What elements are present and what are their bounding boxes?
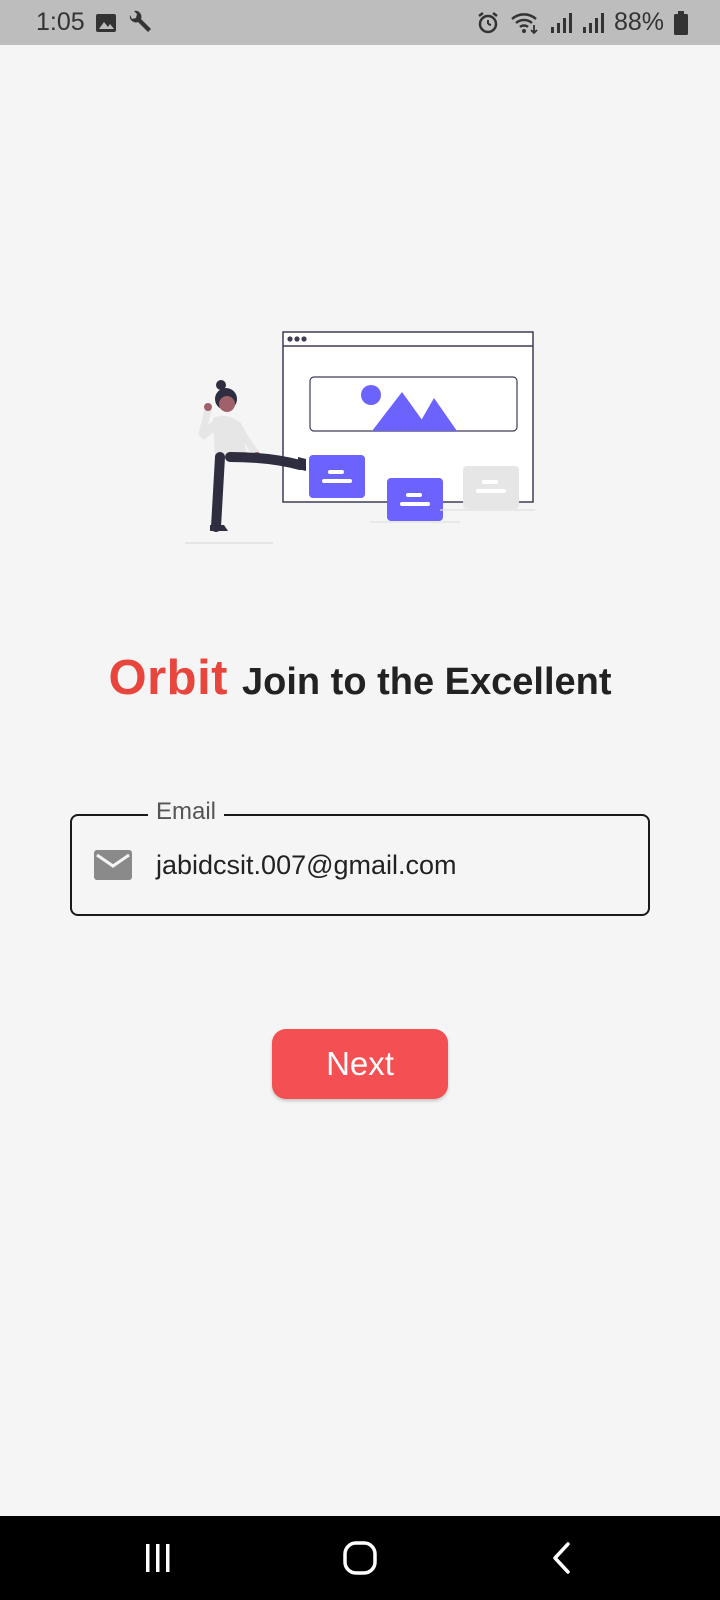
signal-icon: [582, 12, 604, 34]
recents-icon[interactable]: [144, 1538, 172, 1583]
email-input[interactable]: jabidcsit.007@gmail.com: [156, 850, 457, 881]
back-icon[interactable]: [550, 1538, 574, 1583]
brand-name: Orbit: [108, 651, 228, 705]
alarm-icon: [476, 11, 500, 35]
navigation-bar: [0, 1516, 720, 1600]
status-bar: 1:05 88%: [0, 0, 720, 45]
mail-icon: [94, 850, 132, 880]
tagline: Join to the Excellent: [242, 661, 612, 703]
wifi-icon: [510, 11, 540, 35]
image-icon: [95, 12, 117, 34]
wrench-icon: [127, 10, 153, 36]
home-icon[interactable]: [342, 1538, 378, 1583]
battery-icon: [674, 10, 688, 35]
headline: Orbit Join to the Excellent: [0, 650, 720, 706]
status-time: 1:05: [36, 8, 85, 36]
email-label: Email: [148, 798, 225, 826]
battery-percent: 88%: [613, 8, 664, 36]
next-button[interactable]: Next: [272, 1029, 448, 1099]
signal-icon: [550, 12, 572, 34]
status-right: 88%: [476, 8, 688, 37]
onboarding-illustration: [180, 325, 540, 550]
status-left: 1:05: [36, 8, 153, 37]
email-field[interactable]: Email jabidcsit.007@gmail.com: [70, 798, 650, 916]
